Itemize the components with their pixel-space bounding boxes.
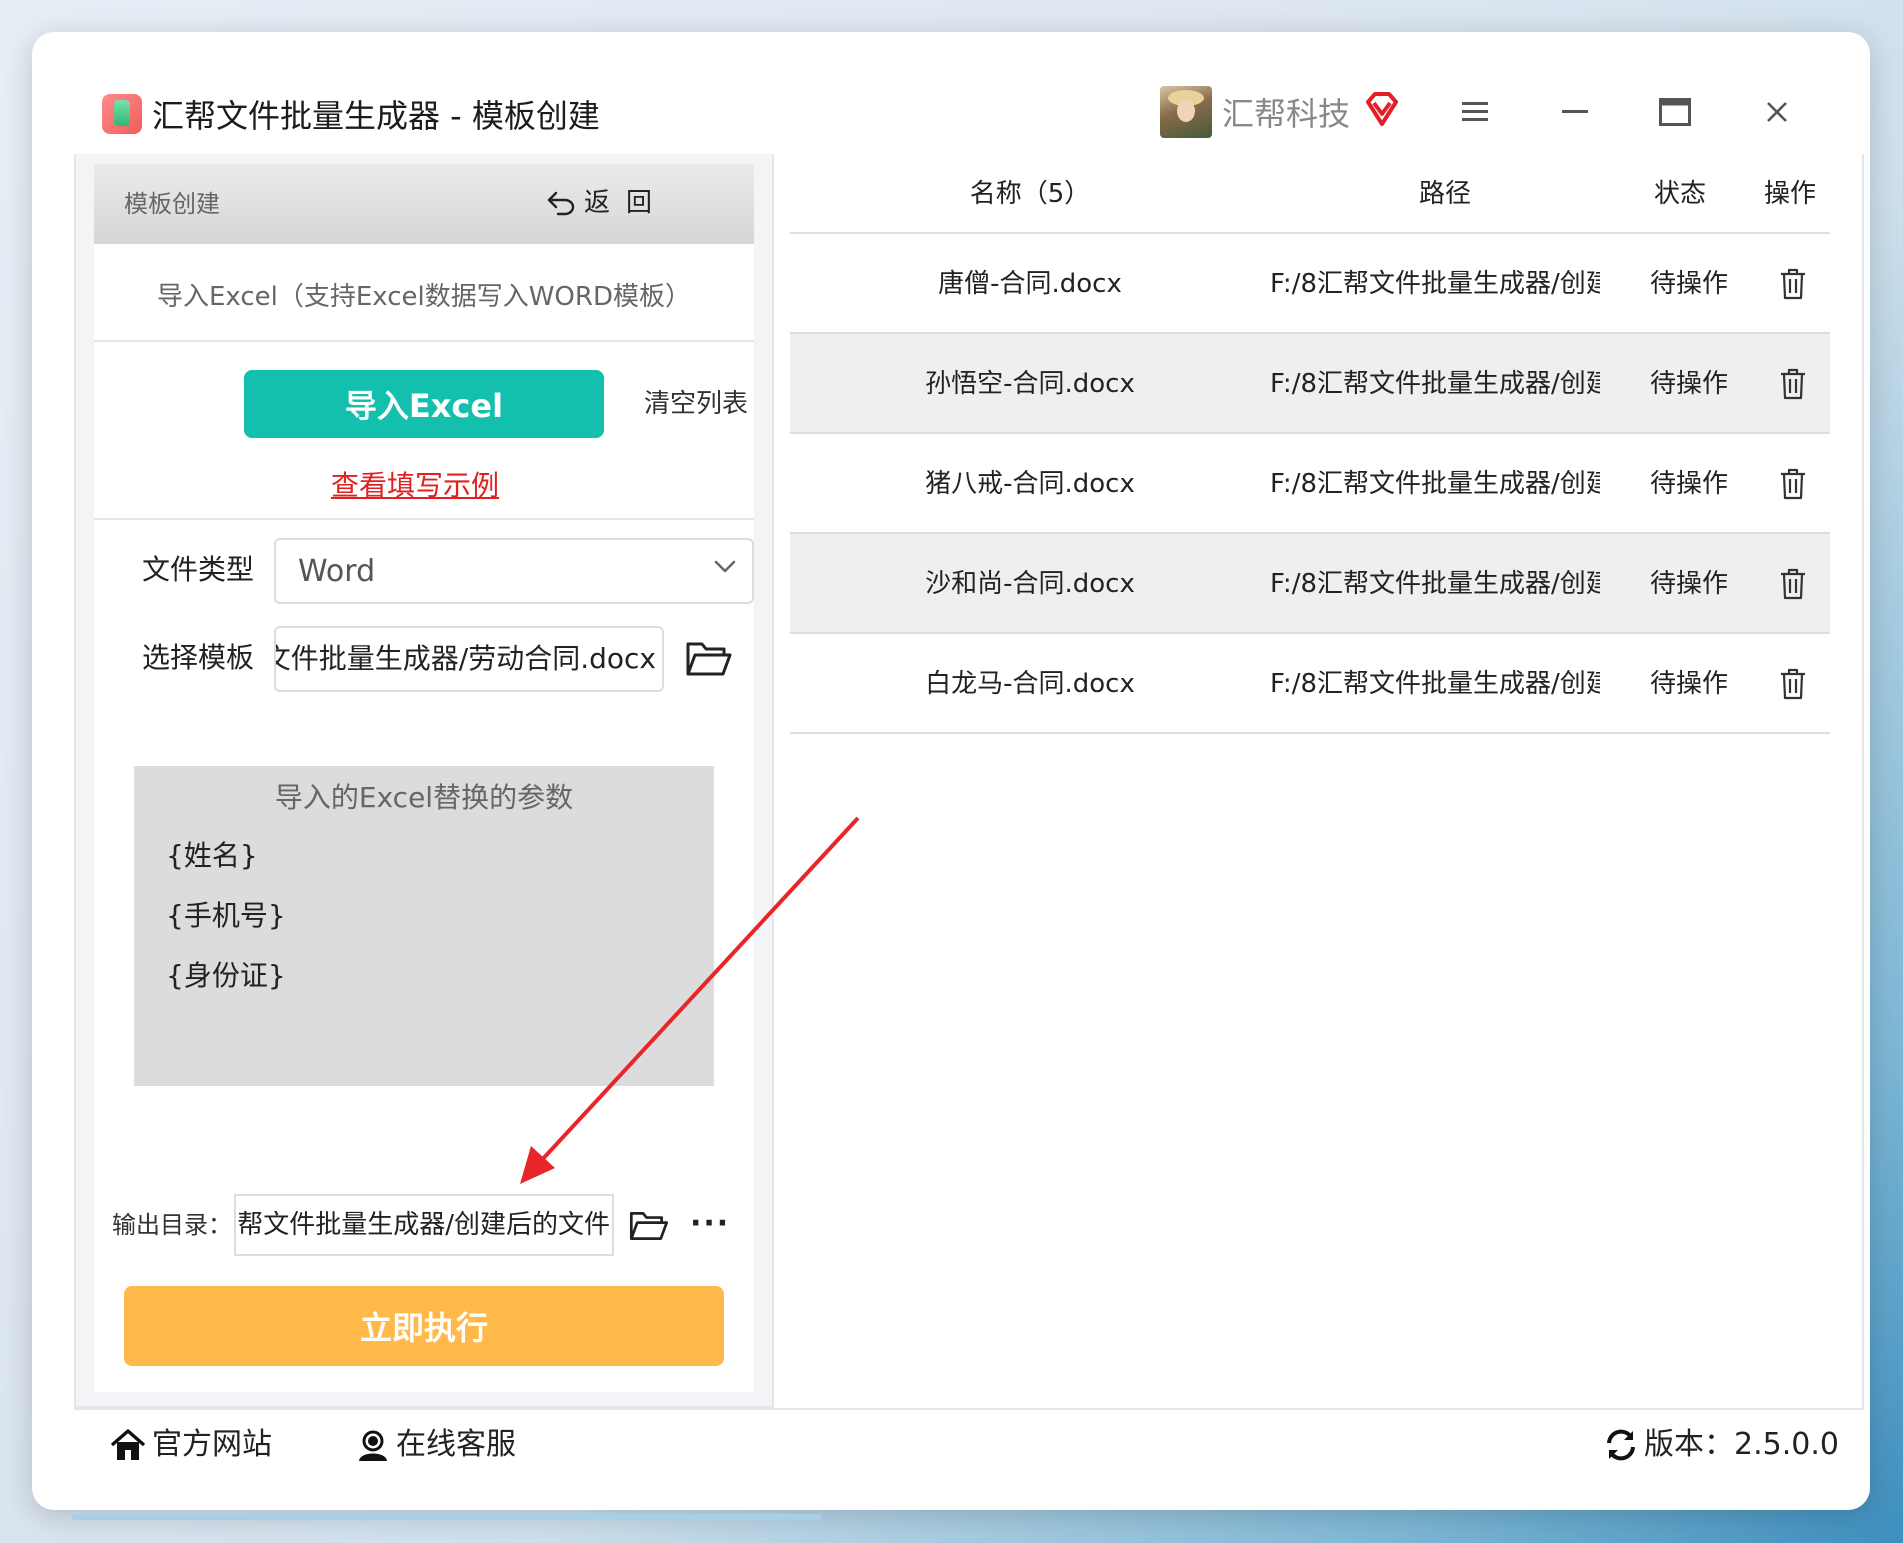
horizontal-scrollbar[interactable] — [72, 1514, 822, 1520]
maximize-icon — [1659, 98, 1691, 126]
app-logo-icon — [102, 94, 142, 134]
row-name: 白龙马-合同.docx — [925, 669, 1135, 699]
divider — [94, 518, 754, 520]
output-dir-value: F:/8汇帮文件批量生成器/创建后的文件 — [236, 1210, 610, 1240]
more-options-button[interactable]: ··· — [690, 1204, 730, 1244]
company-name: 汇帮科技 — [1222, 95, 1351, 133]
row-status: 待操作 — [1650, 269, 1729, 299]
online-support-label: 在线客服 — [396, 1427, 516, 1462]
output-dir-label: 输出目录： — [112, 1211, 232, 1239]
row-status: 待操作 — [1650, 369, 1729, 399]
divider — [94, 340, 754, 342]
window-title: 汇帮文件批量生成器 - 模板创建 — [152, 97, 600, 135]
refresh-icon — [1607, 1429, 1635, 1461]
file-type-value: Word — [298, 554, 376, 589]
delete-row-button[interactable] — [1770, 662, 1816, 706]
minimize-icon — [1562, 110, 1588, 113]
table-header: 名称（5） 路径 状态 操作 — [790, 154, 1830, 234]
column-header-path: 路径 — [1418, 179, 1471, 209]
template-config-panel: 模板创建 返回 导入Excel（支持Excel数据写入WORD模板） 导入Exc… — [74, 154, 774, 1408]
param-item: {姓名} — [166, 839, 258, 872]
clear-list-button[interactable]: 清空列表 — [644, 386, 748, 422]
minimize-button[interactable] — [1548, 88, 1602, 136]
trash-icon — [1781, 668, 1805, 700]
back-button[interactable]: 返回 — [546, 186, 668, 220]
file-type-select[interactable]: Word — [274, 538, 754, 604]
param-item: {手机号} — [166, 899, 286, 932]
row-path: F:/8汇帮文件批量生成器/创建后的 — [1270, 269, 1600, 299]
folder-open-icon — [686, 642, 732, 676]
delete-row-button[interactable] — [1770, 362, 1816, 406]
version-check[interactable]: 版本：2.5.0.0 — [1604, 1424, 1839, 1466]
params-title: 导入的Excel替换的参数 — [274, 781, 574, 814]
table-row[interactable]: 猪八戒-合同.docx F:/8汇帮文件批量生成器/创建后的 待操作 — [790, 434, 1830, 534]
template-browse-button[interactable] — [684, 634, 734, 684]
output-dir-input[interactable]: F:/8汇帮文件批量生成器/创建后的文件 — [234, 1194, 614, 1256]
vip-diamond-icon[interactable] — [1362, 90, 1402, 130]
param-item: {身份证} — [166, 959, 286, 992]
delete-row-button[interactable] — [1770, 262, 1816, 306]
file-list-panel: 名称（5） 路径 状态 操作 唐僧-合同.docx F:/8汇帮文件批量生成器/… — [774, 154, 1864, 1408]
menu-button[interactable] — [1448, 88, 1502, 136]
trash-icon — [1781, 268, 1805, 300]
undo-arrow-icon — [547, 191, 575, 216]
import-description: 导入Excel（支持Excel数据写入WORD模板） — [156, 282, 691, 312]
output-browse-button[interactable] — [626, 1204, 672, 1248]
table-row[interactable]: 唐僧-合同.docx F:/8汇帮文件批量生成器/创建后的 待操作 — [790, 234, 1830, 334]
panel-header: 模板创建 返回 — [94, 164, 754, 244]
folder-open-icon — [629, 1212, 669, 1240]
row-path: F:/8汇帮文件批量生成器/创建后的 — [1270, 469, 1600, 499]
run-now-button[interactable]: 立即执行 — [124, 1286, 724, 1366]
template-config-inner: 模板创建 返回 导入Excel（支持Excel数据写入WORD模板） 导入Exc… — [94, 164, 754, 1392]
headset-user-icon — [359, 1430, 387, 1461]
delete-row-button[interactable] — [1770, 462, 1816, 506]
table-row[interactable]: 孙悟空-合同.docx F:/8汇帮文件批量生成器/创建后的 待操作 — [790, 334, 1830, 434]
version-label: 版本：2.5.0.0 — [1644, 1427, 1839, 1462]
user-avatar[interactable] — [1160, 86, 1212, 138]
replace-params-box: 导入的Excel替换的参数 {姓名} {手机号} {身份证} — [134, 766, 714, 1086]
trash-icon — [1781, 568, 1805, 600]
row-path: F:/8汇帮文件批量生成器/创建后的 — [1270, 369, 1600, 399]
home-icon — [110, 1429, 146, 1460]
delete-row-button[interactable] — [1770, 562, 1816, 606]
row-status: 待操作 — [1650, 669, 1729, 699]
close-icon — [1767, 102, 1787, 122]
back-label: 返回 — [584, 188, 669, 218]
row-status: 待操作 — [1650, 469, 1729, 499]
maximize-button[interactable] — [1648, 88, 1702, 136]
row-status: 待操作 — [1650, 569, 1729, 599]
chevron-down-icon — [714, 560, 736, 573]
row-name: 唐僧-合同.docx — [938, 269, 1122, 299]
column-header-name: 名称（5） — [969, 179, 1091, 209]
close-button[interactable] — [1750, 88, 1804, 136]
hamburger-menu-icon — [1462, 102, 1488, 121]
panel-header-title: 模板创建 — [124, 190, 220, 218]
column-header-status: 状态 — [1653, 179, 1706, 209]
view-example-link[interactable]: 查看填写示例 — [94, 466, 606, 506]
app-window: 汇帮文件批量生成器 - 模板创建 汇帮科技 模板创建 返回 导入Excel（支持… — [32, 32, 1870, 1510]
import-excel-button[interactable]: 导入Excel — [244, 370, 604, 438]
title-bar: 汇帮文件批量生成器 - 模板创建 汇帮科技 — [32, 32, 1870, 154]
template-label: 选择模板 — [142, 641, 255, 674]
online-support-link[interactable]: 在线客服 — [356, 1424, 516, 1466]
table-row[interactable]: 沙和尚-合同.docx F:/8汇帮文件批量生成器/创建后的 待操作 — [790, 534, 1830, 634]
official-website-link[interactable]: 官方网站 — [110, 1424, 272, 1466]
trash-icon — [1781, 468, 1805, 500]
row-path: F:/8汇帮文件批量生成器/创建后的 — [1270, 569, 1600, 599]
column-header-op: 操作 — [1763, 179, 1816, 209]
official-website-label: 官方网站 — [152, 1427, 272, 1462]
row-name: 猪八戒-合同.docx — [925, 469, 1135, 499]
row-name: 沙和尚-合同.docx — [925, 569, 1135, 599]
status-bar: 官方网站 在线客服 版本：2.5.0.0 — [74, 1408, 1864, 1478]
template-path-input[interactable]: F:/8汇帮文件批量生成器/劳动合同.docx — [274, 626, 664, 692]
row-name: 孙悟空-合同.docx — [925, 369, 1135, 399]
file-type-label: 文件类型 — [142, 553, 255, 586]
row-path: F:/8汇帮文件批量生成器/创建后的 — [1270, 669, 1600, 699]
trash-icon — [1781, 368, 1805, 400]
table-row[interactable]: 白龙马-合同.docx F:/8汇帮文件批量生成器/创建后的 待操作 — [790, 634, 1830, 734]
template-path-value: F:/8汇帮文件批量生成器/劳动合同.docx — [276, 642, 656, 675]
